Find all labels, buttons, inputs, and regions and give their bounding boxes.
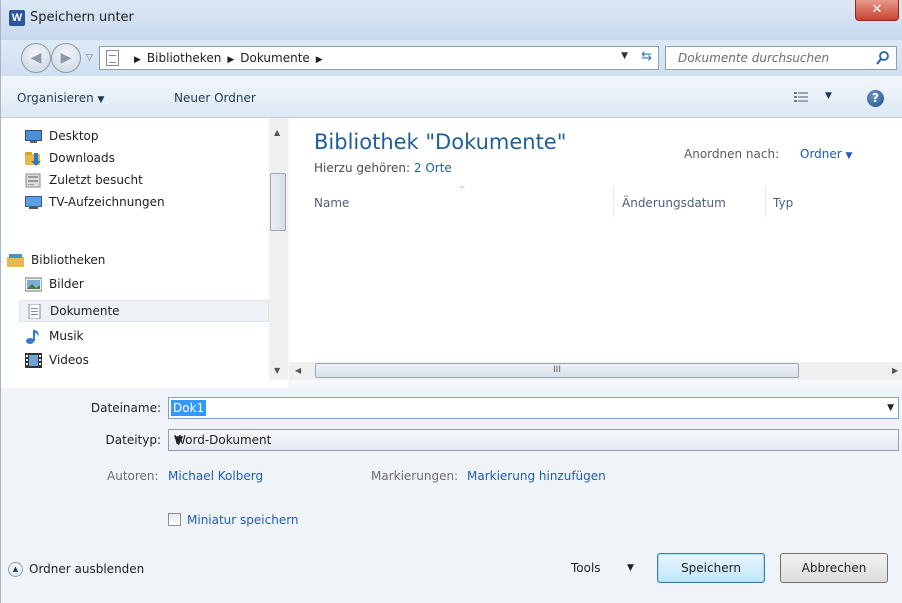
- chevron-down-icon: ▼: [97, 95, 105, 105]
- filename-dropdown-icon[interactable]: ▼: [887, 403, 894, 413]
- save-form: Dateiname: Dok1 ▼ Dateityp: Word-Dokumen…: [1, 388, 902, 603]
- search-icon[interactable]: [875, 50, 891, 66]
- content-horizontal-scrollbar[interactable]: ◀ III ▶: [289, 362, 902, 380]
- authors-label: Autoren:: [107, 469, 159, 483]
- library-title: Bibliothek "Dokumente": [314, 130, 567, 154]
- nav-item-recent-places[interactable]: Zuletzt besucht: [19, 170, 269, 192]
- save-as-dialog: W Speichern unter ✕ ◀ ▶ ▽ ▶ Bibliotheken ▶…: [0, 0, 902, 603]
- nav-item-desktop[interactable]: Desktop: [19, 126, 269, 148]
- nav-item-downloads[interactable]: Downloads: [19, 148, 269, 170]
- collapse-folders-icon[interactable]: ▲: [8, 562, 23, 577]
- close-button[interactable]: ✕: [855, 0, 899, 21]
- filename-label: Dateiname:: [90, 401, 161, 415]
- command-toolbar: Organisieren ▼ Neuer Ordner ▼ ?: [1, 76, 902, 118]
- tags-label: Markierungen:: [371, 469, 459, 483]
- view-dropdown-icon[interactable]: ▼: [825, 91, 832, 101]
- authors-field[interactable]: Michael Kolberg: [168, 469, 263, 483]
- hscroll-thumb[interactable]: III: [315, 363, 799, 378]
- save-button[interactable]: Speichern: [657, 553, 765, 583]
- search-input[interactable]: Dokumente durchsuchen: [665, 46, 897, 70]
- filetype-dropdown-icon: ▼: [174, 433, 184, 447]
- history-dropdown-icon[interactable]: ▽: [86, 53, 93, 63]
- filename-value: Dok1: [171, 400, 207, 416]
- videos-icon: [25, 353, 42, 368]
- address-bar[interactable]: ▶ Bibliotheken ▶ Dokumente ▶ ▼ ⇆: [99, 46, 659, 70]
- library-locations-link[interactable]: 2 Orte: [414, 161, 452, 175]
- scrollbar-thumb[interactable]: [270, 173, 286, 231]
- sort-ascending-icon: ^: [459, 185, 466, 194]
- title-bar: W Speichern unter ✕: [1, 0, 902, 40]
- desktop-icon: [25, 130, 42, 143]
- recent-places-icon: [25, 173, 41, 188]
- tools-dropdown-icon[interactable]: ▼: [627, 563, 634, 573]
- navpane-scrollbar[interactable]: ▲ ▼: [269, 118, 288, 380]
- filetype-label: Dateityp:: [105, 433, 161, 447]
- scroll-right-icon[interactable]: ▶: [892, 366, 898, 375]
- view-options-icon[interactable]: [794, 92, 808, 103]
- filename-field[interactable]: Dok1 ▼: [168, 397, 899, 419]
- column-header-name[interactable]: Name: [314, 196, 349, 210]
- scroll-down-icon[interactable]: ▼: [274, 366, 280, 375]
- tv-icon: [25, 196, 42, 209]
- scroll-up-icon[interactable]: ▲: [274, 128, 280, 137]
- documents-icon: [28, 304, 41, 319]
- address-dropdown-icon[interactable]: ▼: [621, 51, 628, 61]
- library-folder-icon: [106, 50, 119, 66]
- refresh-icon[interactable]: ⇆: [641, 49, 652, 64]
- library-includes: Hierzu gehören: 2 Orte: [314, 161, 452, 175]
- cancel-button[interactable]: Abbrechen: [780, 553, 888, 583]
- pictures-icon: [25, 277, 42, 292]
- nav-item-videos[interactable]: Videos: [19, 350, 269, 372]
- nav-item-music[interactable]: Musik: [19, 326, 269, 348]
- navigation-pane: Desktop Downloads Zuletzt besucht TV-Auf…: [1, 118, 288, 388]
- nav-item-documents[interactable]: Dokumente: [19, 300, 269, 322]
- hide-folders-button[interactable]: Ordner ausblenden: [29, 562, 144, 576]
- filetype-select[interactable]: Word-Dokument ▼: [168, 429, 899, 451]
- downloads-icon: [25, 152, 41, 166]
- breadcrumb-dokumente[interactable]: Dokumente: [240, 51, 310, 65]
- breadcrumb-bibliotheken[interactable]: Bibliotheken: [147, 51, 221, 65]
- window-title: Speichern unter: [30, 10, 134, 25]
- nav-item-libraries[interactable]: Bibliotheken: [1, 250, 269, 272]
- library-icon: [7, 254, 24, 267]
- scroll-left-icon[interactable]: ◀: [295, 366, 301, 375]
- forward-button[interactable]: ▶: [51, 43, 81, 73]
- tags-field[interactable]: Markierung hinzufügen: [467, 469, 606, 483]
- word-app-icon: W: [9, 10, 25, 26]
- search-placeholder: Dokumente durchsuchen: [678, 51, 830, 65]
- navigation-bar: ◀ ▶ ▽ ▶ Bibliotheken ▶ Dokumente ▶ ▼ ⇆ Dokum…: [1, 40, 902, 76]
- back-button[interactable]: ◀: [21, 43, 51, 73]
- organize-button[interactable]: Organisieren ▼: [17, 91, 104, 105]
- arrange-label: Anordnen nach:: [684, 147, 780, 161]
- content-pane: Bibliothek "Dokumente" Hierzu gehören: 2…: [289, 118, 902, 378]
- column-header-modified[interactable]: Änderungsdatum: [622, 196, 726, 210]
- arrange-dropdown[interactable]: Ordner ▼: [800, 147, 852, 161]
- help-icon[interactable]: ?: [867, 90, 884, 107]
- nav-item-pictures[interactable]: Bilder: [19, 274, 269, 296]
- chevron-down-icon: ▼: [845, 151, 853, 161]
- column-header-type[interactable]: Typ: [773, 196, 793, 210]
- breadcrumb: ▶ Bibliotheken ▶ Dokumente ▶: [134, 51, 323, 65]
- nav-item-tv-recordings[interactable]: TV-Aufzeichnungen: [19, 192, 269, 214]
- new-folder-button[interactable]: Neuer Ordner: [174, 91, 256, 105]
- save-thumbnail-checkbox[interactable]: [168, 513, 181, 526]
- tools-button[interactable]: Tools: [571, 561, 601, 575]
- music-icon: [26, 330, 39, 344]
- save-thumbnail-label[interactable]: Miniatur speichern: [187, 513, 299, 527]
